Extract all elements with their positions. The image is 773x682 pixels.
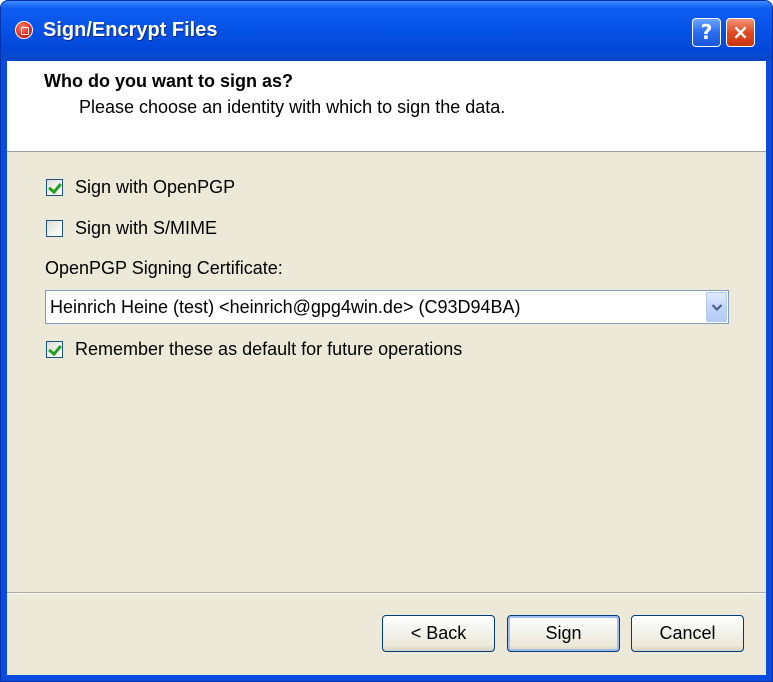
sign-smime-label: Sign with S/MIME [75,217,218,238]
signing-certificate-select[interactable]: Heinrich Heine (test) <heinrich@gpg4win.… [45,290,729,324]
sign-openpgp-option[interactable]: Sign with OpenPGP [46,176,235,198]
close-icon: × [732,20,749,44]
sign-openpgp-label: Sign with OpenPGP [75,176,236,197]
back-button[interactable]: < Back [382,615,495,652]
sign-smime-option[interactable]: Sign with S/MIME [46,217,217,239]
dropdown-button[interactable] [706,292,727,322]
help-icon: ? [700,20,713,44]
page-title: Who do you want to sign as? [44,71,293,91]
signing-certificate-label: OpenPGP Signing Certificate: [45,258,283,278]
close-button[interactable]: × [726,18,755,47]
gpg4win-app-icon[interactable] [15,21,33,39]
title-bar[interactable]: Sign/Encrypt Files ? × [1,1,772,61]
page-subtitle: Please choose an identity with which to … [79,97,506,117]
help-button[interactable]: ? [692,18,721,47]
remember-default-label: Remember these as default for future ope… [75,338,463,359]
sign-openpgp-checkbox[interactable] [46,178,63,196]
footer-divider [7,592,766,594]
chevron-down-icon [711,304,723,312]
signing-certificate-value: Heinrich Heine (test) <heinrich@gpg4win.… [50,297,521,317]
sign-button[interactable]: Sign [507,615,620,652]
remember-default-checkbox[interactable] [46,340,63,358]
dialog-body: Who do you want to sign as? Please choos… [7,61,766,675]
wizard-header: Who do you want to sign as? Please choos… [7,61,766,152]
window-title: Sign/Encrypt Files [43,19,218,41]
cancel-button[interactable]: Cancel [631,615,744,652]
sign-smime-checkbox[interactable] [46,219,63,237]
remember-default-option[interactable]: Remember these as default for future ope… [46,338,462,360]
sign-encrypt-dialog: Sign/Encrypt Files ? × Who do you want t… [0,0,773,682]
